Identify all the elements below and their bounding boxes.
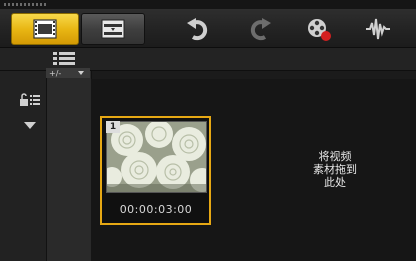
audio-waveform-icon[interactable] <box>364 15 392 43</box>
grip-handle[interactable] <box>4 3 46 6</box>
toolbar <box>0 9 416 48</box>
white-roses-image <box>107 122 206 192</box>
drop-hint-text: 将视频 素材拖到 此处 <box>300 150 370 189</box>
track-lock-icon[interactable] <box>19 93 41 107</box>
drop-hint-line-2: 素材拖到 <box>313 163 357 176</box>
storyboard-view-button[interactable] <box>11 13 79 45</box>
drop-hint-line-1: 将视频 <box>318 150 352 163</box>
track-header <box>46 71 92 261</box>
drop-hint-line-3: 此处 <box>324 176 346 189</box>
film-strip-icon <box>33 19 57 39</box>
list-view-icon[interactable] <box>53 51 75 67</box>
clip-thumbnail[interactable] <box>106 121 207 193</box>
svg-text:+/-: +/- <box>49 69 61 77</box>
redo-icon[interactable] <box>246 15 274 43</box>
left-panel <box>0 71 46 261</box>
chevron-down-icon[interactable] <box>24 122 36 129</box>
track-controls[interactable]: +/- <box>46 68 90 78</box>
record-capture-icon[interactable] <box>305 15 333 43</box>
top-strip <box>0 0 416 9</box>
clip-number-badge: 1 <box>106 121 120 133</box>
timeline-view-button[interactable] <box>81 13 145 45</box>
clip-duration: 00:00:03:00 <box>119 203 193 216</box>
timeline-icon <box>101 19 125 39</box>
undo-icon[interactable] <box>184 15 212 43</box>
add-remove-track-icon[interactable]: +/- <box>48 69 88 77</box>
